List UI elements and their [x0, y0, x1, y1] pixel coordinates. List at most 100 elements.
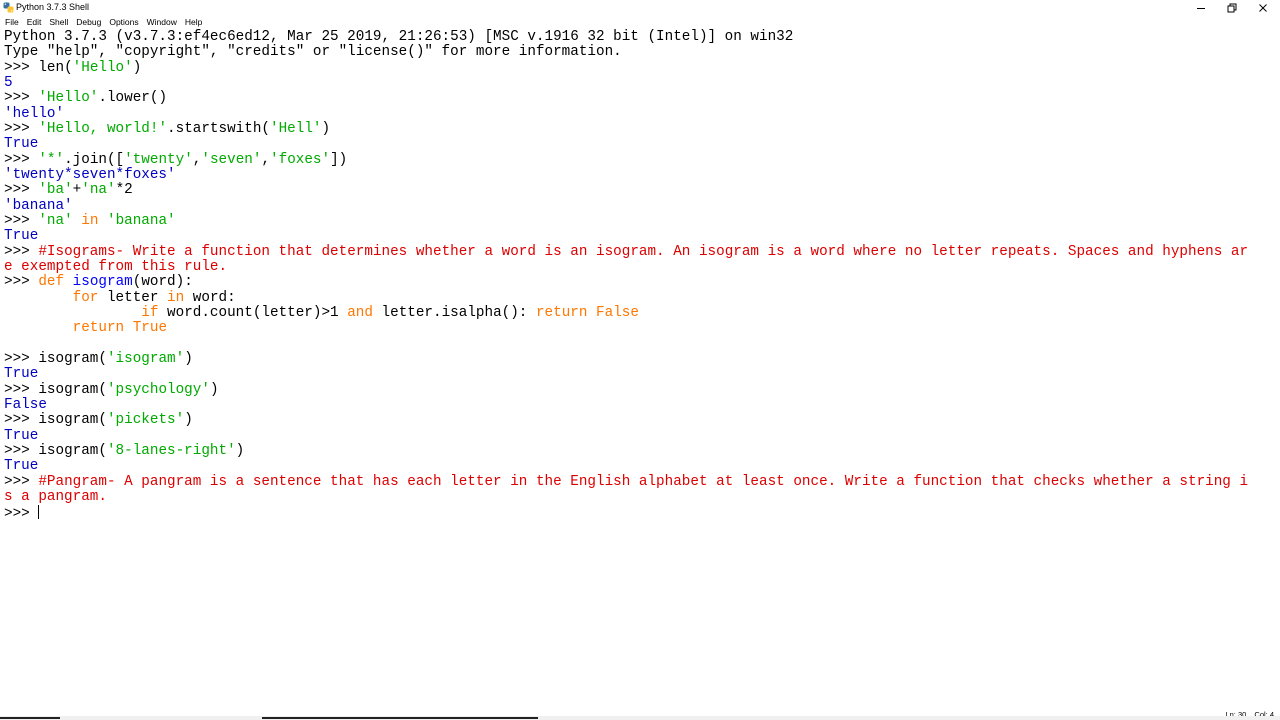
code-token-code	[64, 274, 73, 290]
code-token-code: (word):	[132, 274, 193, 291]
shell-line: True	[4, 229, 1248, 244]
shell-line: >>>	[4, 505, 1248, 522]
code-token-code: )	[235, 442, 245, 459]
shell-line: return True	[4, 321, 1248, 336]
code-token-stdout: True	[4, 427, 39, 444]
code-token-code: word.count(letter)>1	[158, 304, 348, 321]
code-token-code	[4, 290, 73, 306]
minimize-button[interactable]	[1186, 0, 1216, 15]
shell-line: Python 3.7.3 (v3.7.3:ef4ec6ed12, Mar 25 …	[4, 29, 1248, 45]
code-token-code: Type "help", "copyright", "credits" or "…	[4, 44, 622, 61]
code-token-string: 'Hell'	[270, 120, 322, 137]
shell-line: >>> 'na' in 'banana'	[4, 212, 1248, 229]
code-token-code: isogram(	[38, 350, 107, 367]
code-token-kw: and	[347, 304, 373, 321]
code-token-string: 'na'	[81, 182, 116, 199]
code-token-kw: in	[167, 289, 185, 306]
code-token-stdout: True	[4, 458, 39, 475]
shell-prompt: >>>	[4, 151, 39, 168]
code-token-kw: in	[72, 212, 107, 229]
menu-help[interactable]: Help	[181, 16, 206, 28]
code-token-comment: #Pangram- A pangram is a sentence that h…	[38, 473, 1249, 490]
code-token-string: 'na'	[38, 212, 73, 229]
code-token-code: )	[184, 412, 193, 429]
code-token-string: 'banana'	[106, 212, 176, 229]
code-token-stdout: 'banana'	[4, 197, 73, 214]
menu-file[interactable]: File	[0, 16, 23, 28]
code-token-code: word:	[184, 289, 236, 306]
code-token-code: )	[132, 59, 142, 76]
code-token-string: 'twenty'	[124, 151, 193, 168]
shell-prompt: >>>	[4, 350, 39, 367]
shell-line: True	[4, 459, 1248, 474]
menu-options[interactable]: Options	[105, 16, 142, 28]
shell-line: >>> isogram('pickets')	[4, 413, 1248, 428]
shell-prompt: >>>	[4, 243, 39, 260]
window-title: Python 3.7.3 Shell	[16, 2, 90, 12]
code-token-kw: if	[141, 304, 159, 321]
shell-line: e exempted from this rule.	[4, 259, 1248, 275]
menu-window[interactable]: Window	[143, 16, 181, 28]
shell-output: Python 3.7.3 (v3.7.3:ef4ec6ed12, Mar 25 …	[4, 29, 1249, 522]
scrollbar-thumb-mid[interactable]	[262, 717, 538, 719]
scrollbar-track[interactable]	[0, 716, 1280, 720]
code-token-code: Python 3.7.3 (v3.7.3:ef4ec6ed12, Mar 25 …	[4, 29, 794, 45]
shell-line: True	[4, 427, 1248, 444]
shell-line: 'twenty*seven*foxes'	[4, 166, 1248, 183]
code-token-string: 'pickets'	[106, 412, 185, 429]
shell-line: >>> 'Hello'.lower()	[4, 91, 1248, 106]
code-token-comment: s a pangram.	[4, 488, 107, 505]
shell-line: >>> 'Hello, world!'.startswith('Hell')	[4, 120, 1248, 137]
shell-line: False	[4, 397, 1248, 413]
menu-bar: File Edit Shell Debug Options Window Hel…	[0, 15, 1280, 29]
code-token-code: .startswith(	[167, 120, 270, 137]
shell-line: >>> 'ba'+'na'*2	[4, 183, 1248, 198]
code-token-string: 'foxes'	[270, 151, 331, 168]
code-token-string: '8-lanes-right'	[106, 442, 236, 459]
code-token-code: ])	[330, 151, 348, 168]
shell-prompt: >>>	[4, 59, 39, 76]
shell-line: >>> #Pangram- A pangram is a sentence th…	[4, 473, 1249, 490]
code-token-string: 'psychology'	[106, 381, 210, 398]
python-logo-icon	[3, 2, 14, 13]
shell-prompt: >>>	[4, 381, 39, 398]
code-token-kw: False	[596, 304, 639, 321]
shell-line: >>> isogram('8-lanes-right')	[4, 442, 1248, 459]
shell-prompt: >>>	[4, 412, 39, 429]
code-token-stdout: True	[4, 136, 39, 153]
menu-edit[interactable]: Edit	[23, 16, 46, 28]
shell-prompt: >>>	[4, 212, 39, 229]
code-token-code	[4, 320, 73, 336]
code-token-code: isogram(	[38, 412, 107, 429]
code-token-string: 'ba'	[38, 182, 73, 199]
shell-line: Type "help", "copyright", "credits" or "…	[4, 45, 1248, 60]
shell-line: s a pangram.	[4, 488, 1248, 505]
code-token-code: .join([	[64, 151, 125, 168]
code-token-stdout: 'hello'	[4, 105, 65, 122]
code-token-kw: True	[132, 320, 168, 337]
code-token-string: '*'	[38, 151, 65, 168]
maximize-icon	[1227, 3, 1237, 12]
shell-line: >>> isogram('psychology')	[4, 381, 1248, 398]
code-token-string: 'seven'	[201, 151, 262, 168]
code-token-string: 'Hello, world!'	[38, 120, 168, 137]
shell-line: >>> '*'.join(['twenty','seven','foxes'])	[4, 151, 1248, 168]
shell-line: True	[4, 137, 1248, 152]
menu-shell[interactable]: Shell	[45, 16, 72, 28]
menu-debug[interactable]: Debug	[72, 16, 105, 28]
code-token-stdout: 'twenty*seven*foxes'	[4, 166, 176, 183]
title-bar: Python 3.7.3 Shell	[0, 0, 1280, 15]
code-token-code: len(	[38, 59, 73, 76]
code-token-stdout: True	[4, 228, 39, 245]
code-token-def: isogram	[72, 274, 133, 291]
code-token-code: *2	[115, 182, 133, 199]
maximize-button[interactable]	[1217, 0, 1247, 15]
code-token-code	[124, 320, 133, 336]
code-token-kw: return	[72, 320, 125, 337]
scrollbar-thumb-left[interactable]	[0, 717, 60, 719]
shell-prompt: >>>	[4, 442, 39, 459]
shell-text-area[interactable]: Python 3.7.3 (v3.7.3:ef4ec6ed12, Mar 25 …	[0, 29, 1280, 708]
minimize-icon	[1197, 7, 1205, 9]
close-button[interactable]	[1248, 0, 1278, 15]
